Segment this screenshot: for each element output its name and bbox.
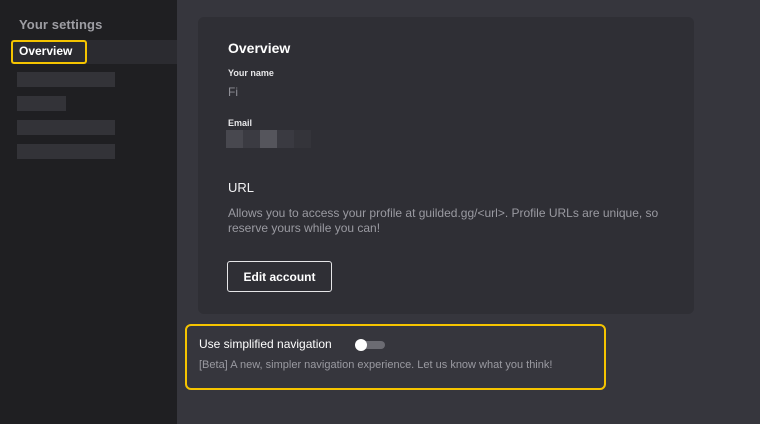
toggle-knob [355, 339, 367, 351]
edit-account-button[interactable]: Edit account [227, 261, 332, 292]
email-value-redacted [226, 130, 311, 148]
page-title: Overview [228, 40, 291, 56]
sidebar-item-redacted[interactable] [17, 120, 115, 135]
settings-sidebar: Your settings Overview [0, 0, 177, 424]
simplified-navigation-description: [Beta] A new, simpler navigation experie… [199, 359, 553, 371]
sidebar-item-overview[interactable]: Overview [11, 40, 177, 64]
sidebar-item-redacted[interactable] [17, 72, 115, 87]
simplified-navigation-label: Use simplified navigation [199, 337, 332, 351]
name-label: Your name [228, 68, 274, 78]
simplified-navigation-setting: Use simplified navigation [Beta] A new, … [185, 324, 606, 390]
email-label: Email [228, 118, 253, 128]
name-value: Fi [228, 85, 238, 99]
settings-window: Your settings Overview Overview Your nam… [0, 0, 760, 424]
simplified-navigation-toggle[interactable] [355, 339, 387, 351]
url-description: Allows you to access your profile at gui… [228, 206, 659, 235]
sidebar-item-redacted[interactable] [17, 96, 66, 111]
url-heading: URL [228, 180, 255, 195]
sidebar-item-label: Overview [19, 44, 73, 58]
sidebar-item-redacted[interactable] [17, 144, 115, 159]
sidebar-heading: Your settings [19, 17, 103, 32]
overview-card: Overview Your name Fi Email URL Allows y… [198, 17, 694, 314]
